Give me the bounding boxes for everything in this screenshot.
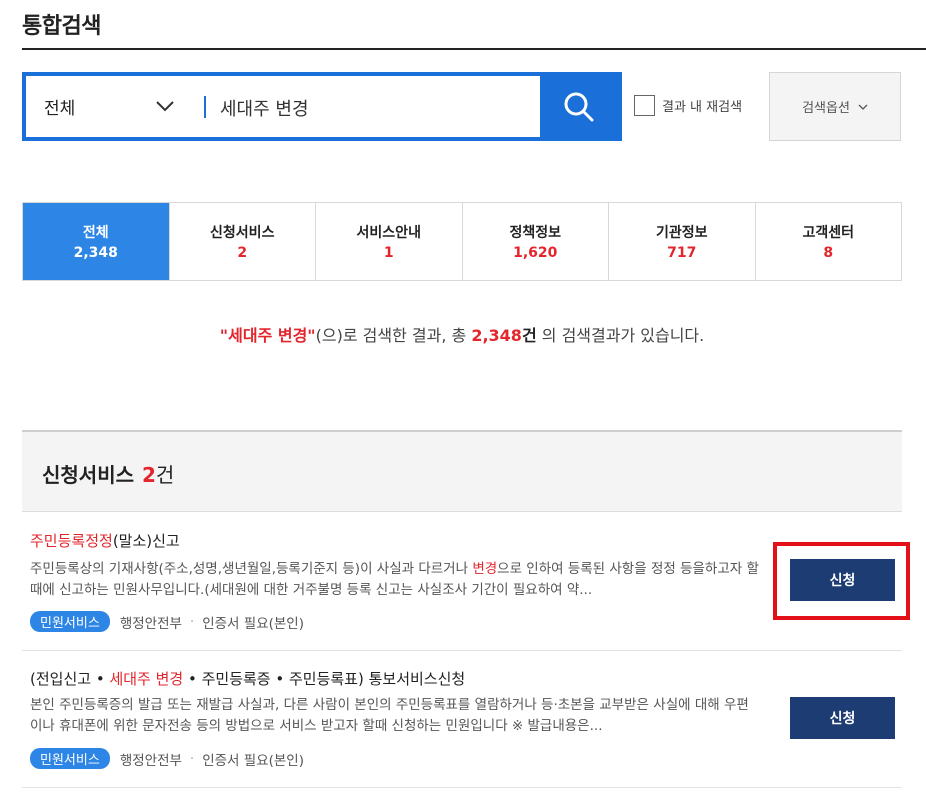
search-divider xyxy=(204,96,206,118)
summary-unit: 건 xyxy=(521,326,537,345)
desc-text: 주민등록상의 기재사항(주소,성명,생년월일,등록기준지 등)이 사실과 다르거… xyxy=(30,561,473,577)
search-box: 전체 xyxy=(22,72,622,141)
tab-agency-info[interactable]: 기관정보 717 xyxy=(608,203,755,280)
apply-button[interactable]: 신청 xyxy=(790,697,895,739)
recheck-label: 결과 내 재검색 xyxy=(662,100,743,115)
title-text: (말소)신고 xyxy=(112,532,180,550)
section-title: 신청서비스 2건 xyxy=(42,459,174,488)
meta-separator: · xyxy=(189,613,195,630)
cert-requirement: 인증서 필요(본인) xyxy=(202,752,304,769)
summary-quote: " xyxy=(307,326,316,345)
tab-count: 8 xyxy=(823,245,834,261)
tab-application-service[interactable]: 신청서비스 2 xyxy=(168,203,316,280)
tab-count: 1,620 xyxy=(513,245,558,261)
summary-text: 의 검색결과가 있습니다. xyxy=(536,326,705,345)
result-description: 주민등록상의 기재사항(주소,성명,생년월일,등록기준지 등)이 사실과 다르거… xyxy=(30,559,760,601)
tab-label: 기관정보 xyxy=(655,225,708,241)
summary-quote: " xyxy=(219,326,229,345)
result-meta: 민원서비스 행정안전부 · 인증서 필요(본인) xyxy=(30,748,304,769)
tab-service-guide[interactable]: 서비스안내 1 xyxy=(315,203,462,280)
item-divider xyxy=(22,787,902,788)
search-options-label: 검색옵션 xyxy=(802,101,850,116)
chevron-down-icon xyxy=(858,104,868,110)
summary-keyword: 세대주 변경 xyxy=(228,326,308,345)
tab-label: 전체 xyxy=(82,225,109,241)
recheck-checkbox[interactable] xyxy=(634,95,655,116)
page-title: 통합검색 xyxy=(22,14,101,39)
tab-policy-info[interactable]: 정책정보 1,620 xyxy=(461,203,609,280)
result-description: 본인 주민등록증의 발급 또는 재발급 사실과, 다른 사람이 본인의 주민등록… xyxy=(30,697,749,734)
search-button[interactable] xyxy=(540,76,618,137)
tab-count: 2,348 xyxy=(73,245,118,261)
category-badge: 민원서비스 xyxy=(30,748,110,769)
category-badge: 민원서비스 xyxy=(30,611,110,632)
title-text: • 주민등록증 • 주민등록표) 통보서비스신청 xyxy=(183,670,466,688)
result-item: (전입신고 • 세대주 변경 • 주민등록증 • 주민등록표) 통보서비스신청 … xyxy=(22,650,902,788)
search-icon xyxy=(564,92,594,121)
recheck-option[interactable]: 결과 내 재검색 xyxy=(634,95,742,116)
agency-name: 행정안전부 xyxy=(119,615,182,632)
title-highlight: 세대주 변경 xyxy=(109,670,184,688)
tab-count: 717 xyxy=(667,245,697,261)
tab-count: 1 xyxy=(383,245,394,261)
tab-label: 고객센터 xyxy=(802,225,855,241)
scope-select-value: 전체 xyxy=(44,99,76,119)
agency-name: 행정안전부 xyxy=(119,752,182,769)
search-input[interactable] xyxy=(218,82,552,133)
meta-separator: · xyxy=(189,750,195,767)
desc-highlight: 변경 xyxy=(472,561,498,577)
result-title[interactable]: (전입신고 • 세대주 변경 • 주민등록증 • 주민등록표) 통보서비스신청 xyxy=(30,668,465,689)
category-tabs: 전체 2,348 신청서비스 2 서비스안내 1 정책정보 1,620 기관정보 717 … xyxy=(22,202,902,281)
tab-label: 서비스안내 xyxy=(356,225,421,241)
title-text: (전입신고 • xyxy=(30,670,110,688)
cert-requirement: 인증서 필요(본인) xyxy=(202,615,304,632)
tab-count: 2 xyxy=(237,245,248,261)
search-summary: "세대주 변경"(으)로 검색한 결과, 총 2,348건 의 검색결과가 있습… xyxy=(22,322,902,346)
section-header: 신청서비스 2건 xyxy=(22,430,902,512)
section-count: 2 xyxy=(142,463,156,487)
tab-customer-center[interactable]: 고객센터 8 xyxy=(754,203,902,280)
section-title-label: 신청서비스 xyxy=(42,463,134,487)
search-options-button[interactable]: 검색옵션 xyxy=(769,72,901,141)
scope-select[interactable]: 전체 xyxy=(26,76,201,137)
tab-label: 정책정보 xyxy=(509,225,562,241)
chevron-down-icon xyxy=(156,101,174,112)
result-item: 주민등록정정(말소)신고 주민등록상의 기재사항(주소,성명,생년월일,등록기준… xyxy=(22,512,902,650)
summary-text: (으)로 검색한 결과, 총 xyxy=(315,326,472,345)
tab-all[interactable]: 전체 2,348 xyxy=(23,203,169,280)
section-unit: 건 xyxy=(155,463,175,487)
result-meta: 민원서비스 행정안전부 · 인증서 필요(본인) xyxy=(30,611,304,632)
highlight-box xyxy=(773,542,910,620)
title-highlight: 주민등록정정 xyxy=(30,532,113,550)
summary-total: 2,348 xyxy=(471,326,522,345)
result-title[interactable]: 주민등록정정(말소)신고 xyxy=(30,530,180,551)
tab-label: 신청서비스 xyxy=(210,225,275,241)
title-divider xyxy=(22,48,926,50)
